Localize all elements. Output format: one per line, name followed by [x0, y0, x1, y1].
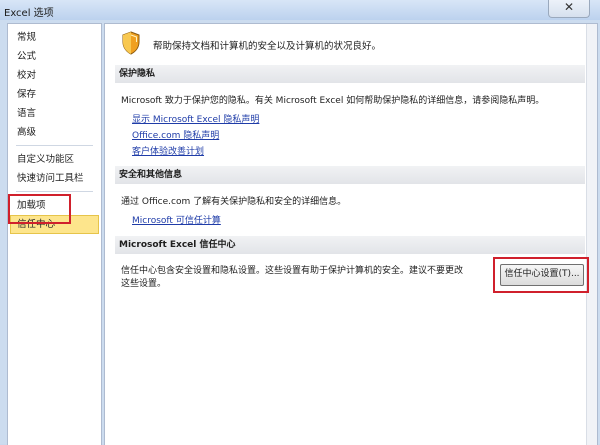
trust-center-text-line2: 这些设置。: [121, 279, 167, 289]
sidebar-item-quick-access-toolbar[interactable]: 快速访问工具栏: [8, 169, 101, 188]
sidebar-item-formulas[interactable]: 公式: [8, 47, 101, 66]
close-button[interactable]: ✕: [548, 0, 590, 18]
main-panel: 帮助保持文档和计算机的安全以及计算机的状况良好。 保护隐私 Microsoft …: [104, 23, 598, 445]
intro-text: 帮助保持文档和计算机的安全以及计算机的状况良好。: [153, 41, 382, 52]
privacy-statement-link[interactable]: 显示 Microsoft Excel 隐私声明: [132, 112, 259, 125]
sidebar-item-save[interactable]: 保存: [8, 85, 101, 104]
trust-center-text-line1: 信任中心包含安全设置和隐私设置。这些设置有助于保护计算机的安全。建议不要更改: [121, 266, 464, 276]
sidebar-item-language[interactable]: 语言: [8, 104, 101, 123]
window-title: Excel 选项: [4, 8, 54, 19]
trustworthy-computing-link[interactable]: Microsoft 可信任计算: [132, 213, 221, 226]
highlight-box-sidebar: [8, 194, 71, 224]
privacy-header: 保护隐私: [115, 65, 585, 83]
sidebar-divider: [16, 191, 93, 192]
security-header: 安全和其他信息: [115, 166, 585, 184]
sidebar-divider: [16, 145, 93, 146]
ceip-link[interactable]: 客户体验改善计划: [132, 144, 204, 157]
sidebar-item-advanced[interactable]: 高级: [8, 123, 101, 142]
dialog-frame: 常规 公式 校对 保存 语言 高级 自定义功能区 快速访问工具栏 加载项 信任中…: [0, 20, 600, 445]
trust-center-header: Microsoft Excel 信任中心: [115, 236, 585, 254]
sidebar: 常规 公式 校对 保存 语言 高级 自定义功能区 快速访问工具栏 加载项 信任中…: [7, 23, 102, 445]
scrollbar[interactable]: [586, 24, 597, 445]
sidebar-item-proofing[interactable]: 校对: [8, 66, 101, 85]
privacy-text: Microsoft 致力于保护您的隐私。有关 Microsoft Excel 如…: [121, 96, 545, 106]
shield-icon: [122, 31, 140, 55]
highlight-box-button: [493, 257, 589, 293]
office-privacy-link[interactable]: Office.com 隐私声明: [132, 128, 219, 141]
sidebar-item-customize-ribbon[interactable]: 自定义功能区: [8, 150, 101, 169]
security-text: 通过 Office.com 了解有关保护隐私和安全的详细信息。: [121, 197, 347, 207]
sidebar-item-general[interactable]: 常规: [8, 28, 101, 47]
title-bar: Excel 选项 ✕: [0, 0, 600, 20]
